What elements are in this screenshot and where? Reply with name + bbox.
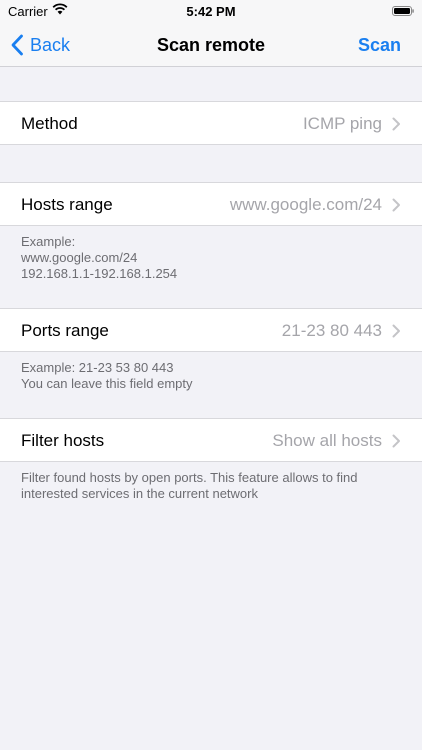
- ports-range-value: 21-23 80 443: [281, 321, 382, 340]
- ports-range-label: Ports range: [21, 321, 109, 340]
- navigation-bar: Back Scan remote Scan: [0, 24, 422, 67]
- hosts-range-label: Hosts range: [21, 195, 113, 214]
- hosts-range-value: www.google.com/24: [229, 195, 382, 214]
- status-bar: Carrier 5:42 PM: [0, 0, 422, 24]
- footer-line: Example:: [21, 234, 76, 249]
- chevron-right-icon: [392, 198, 400, 212]
- footer-line: Filter found hosts by open ports. This f…: [21, 470, 358, 485]
- ports-range-footer: Example: 21-23 53 80 443 You can leave t…: [21, 360, 401, 392]
- footer-line: You can leave this field empty: [21, 376, 193, 391]
- chevron-right-icon: [392, 434, 400, 448]
- chevron-right-icon: [392, 117, 400, 131]
- filter-hosts-label: Filter hosts: [21, 431, 105, 450]
- footer-line: www.google.com/24: [21, 250, 138, 265]
- ports-range-cell[interactable]: Ports range 21-23 80 443: [0, 308, 422, 352]
- method-label: Method: [21, 114, 78, 133]
- method-value: ICMP ping: [302, 114, 382, 133]
- footer-line: Example: 21-23 53 80 443: [21, 360, 174, 375]
- footer-line: interested services in the current netwo…: [21, 486, 258, 501]
- battery-icon: [392, 6, 414, 16]
- hosts-range-cell[interactable]: Hosts range www.google.com/24: [0, 182, 422, 226]
- filter-hosts-value: Show all hosts: [272, 431, 382, 450]
- scan-button[interactable]: Scan: [358, 35, 401, 56]
- footer-line: 192.168.1.1-192.168.1.254: [21, 266, 178, 281]
- chevron-right-icon: [392, 324, 400, 338]
- filter-hosts-footer: Filter found hosts by open ports. This f…: [21, 470, 401, 502]
- method-cell[interactable]: Method ICMP ping: [0, 101, 422, 145]
- filter-hosts-cell[interactable]: Filter hosts Show all hosts: [0, 418, 422, 462]
- hosts-range-footer: Example: www.google.com/24 192.168.1.1-1…: [21, 234, 401, 282]
- clock-time: 5:42 PM: [186, 4, 236, 19]
